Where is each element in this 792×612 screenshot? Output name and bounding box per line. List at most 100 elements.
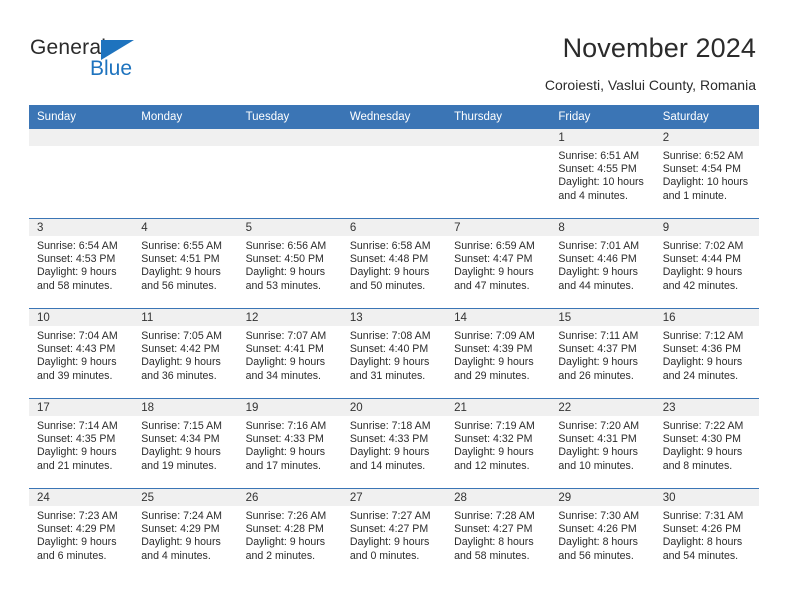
calendar-day-cell[interactable]: 13 Sunrise: 7:08 AM Sunset: 4:40 PM Dayligh… xyxy=(341,309,447,398)
calendar-day-cell[interactable]: 15 Sunrise: 7:11 AM Sunset: 4:37 PM Dayligh… xyxy=(550,309,655,398)
sunrise-text: Sunrise: 7:15 AM xyxy=(141,420,222,432)
day-sun-info: Sunrise: 7:20 AM Sunset: 4:31 PM Daylight:… xyxy=(550,416,654,473)
calendar-week-row: 1 Sunrise: 6:51 AM Sunset: 4:55 PM Daylight… xyxy=(29,129,759,218)
daylight-text: Daylight: 9 hours and 2 minutes. xyxy=(245,536,326,562)
daylight-text: Daylight: 9 hours and 10 minutes. xyxy=(558,446,638,472)
day-number: 20 xyxy=(341,399,447,416)
sunrise-text: Sunrise: 7:18 AM xyxy=(349,420,431,432)
day-sun-info: Sunrise: 6:52 AM Sunset: 4:54 PM Daylight:… xyxy=(655,146,759,203)
day-number xyxy=(446,129,551,146)
sunrise-text: Sunrise: 7:01 AM xyxy=(558,240,640,252)
calendar-day-cell[interactable]: 29 Sunrise: 7:30 AM Sunset: 4:26 PM Dayligh… xyxy=(550,489,655,578)
daylight-text: Daylight: 9 hours and 14 minutes. xyxy=(349,446,430,472)
day-sun-info: Sunrise: 7:14 AM Sunset: 4:35 PM Daylight:… xyxy=(29,416,133,473)
calendar-day-cell[interactable]: 18 Sunrise: 7:15 AM Sunset: 4:34 PM Dayligh… xyxy=(133,399,238,488)
weekday-header-row: Sunday Monday Tuesday Wednesday Thursday… xyxy=(29,105,759,129)
day-number: 29 xyxy=(550,489,655,506)
calendar-day-cell[interactable]: 1 Sunrise: 6:51 AM Sunset: 4:55 PM Daylight… xyxy=(550,129,655,218)
calendar-day-cell[interactable]: 9 Sunrise: 7:02 AM Sunset: 4:44 PM Daylight… xyxy=(654,219,759,308)
daylight-text: Daylight: 9 hours and 44 minutes. xyxy=(558,266,638,292)
calendar-day-cell[interactable]: 8 Sunrise: 7:01 AM Sunset: 4:46 PM Daylight… xyxy=(550,219,655,308)
sunrise-text: Sunrise: 7:26 AM xyxy=(245,510,327,522)
sunrise-text: Sunrise: 7:16 AM xyxy=(245,420,327,432)
sunrise-text: Sunrise: 7:30 AM xyxy=(558,510,640,522)
sunrise-text: Sunrise: 7:02 AM xyxy=(662,240,744,252)
calendar-day-cell[interactable]: 12 Sunrise: 7:07 AM Sunset: 4:41 PM Dayligh… xyxy=(237,309,342,398)
sunset-text: Sunset: 4:40 PM xyxy=(349,343,429,356)
calendar-day-cell[interactable]: 14 Sunrise: 7:09 AM Sunset: 4:39 PM Dayligh… xyxy=(446,309,551,398)
calendar-week-row: 24 Sunrise: 7:23 AM Sunset: 4:29 PM Dayligh… xyxy=(29,488,759,578)
daylight-text: Daylight: 9 hours and 47 minutes. xyxy=(454,266,534,292)
sunset-text: Sunset: 4:55 PM xyxy=(558,163,637,176)
calendar-day-cell[interactable]: 28 Sunrise: 7:28 AM Sunset: 4:27 PM Dayligh… xyxy=(446,489,551,578)
calendar-day-cell[interactable]: 2 Sunrise: 6:52 AM Sunset: 4:54 PM Daylight… xyxy=(654,129,759,218)
day-sun-info: Sunrise: 7:07 AM Sunset: 4:41 PM Daylight:… xyxy=(238,326,342,383)
day-number: 25 xyxy=(133,489,238,506)
calendar-day-cell[interactable]: 11 Sunrise: 7:05 AM Sunset: 4:42 PM Dayligh… xyxy=(133,309,238,398)
day-sun-info: Sunrise: 7:01 AM Sunset: 4:46 PM Daylight:… xyxy=(550,236,654,293)
general-blue-logo[interactable]: General Blue xyxy=(30,36,190,84)
calendar-day-cell[interactable]: 25 Sunrise: 7:24 AM Sunset: 4:29 PM Dayligh… xyxy=(133,489,238,578)
day-number: 18 xyxy=(133,399,238,416)
sunrise-text: Sunrise: 6:56 AM xyxy=(245,240,327,252)
calendar-day-cell[interactable]: 26 Sunrise: 7:26 AM Sunset: 4:28 PM Dayligh… xyxy=(237,489,342,578)
calendar-week-row: 10 Sunrise: 7:04 AM Sunset: 4:43 PM Dayligh… xyxy=(29,308,759,398)
sunset-text: Sunset: 4:43 PM xyxy=(37,343,116,356)
calendar-day-cell[interactable]: 19 Sunrise: 7:16 AM Sunset: 4:33 PM Dayligh… xyxy=(237,399,342,488)
day-number: 16 xyxy=(654,309,759,326)
sunset-text: Sunset: 4:48 PM xyxy=(349,253,429,266)
calendar-day-cell[interactable]: 27 Sunrise: 7:27 AM Sunset: 4:27 PM Dayligh… xyxy=(341,489,447,578)
sunrise-text: Sunrise: 6:54 AM xyxy=(37,240,118,252)
day-sun-info: Sunrise: 7:31 AM Sunset: 4:26 PM Daylight:… xyxy=(655,506,759,563)
calendar-day-cell[interactable]: 17 Sunrise: 7:14 AM Sunset: 4:35 PM Dayligh… xyxy=(29,399,134,488)
day-number: 9 xyxy=(654,219,759,236)
sunset-text: Sunset: 4:34 PM xyxy=(141,433,220,446)
day-sun-info: Sunrise: 6:55 AM Sunset: 4:51 PM Daylight:… xyxy=(133,236,237,293)
sunset-text: Sunset: 4:26 PM xyxy=(662,523,742,536)
day-sun-info: Sunrise: 6:56 AM Sunset: 4:50 PM Daylight:… xyxy=(238,236,342,293)
sunset-text: Sunset: 4:31 PM xyxy=(558,433,637,446)
calendar-day-cell[interactable]: 24 Sunrise: 7:23 AM Sunset: 4:29 PM Dayligh… xyxy=(29,489,134,578)
sunset-text: Sunset: 4:44 PM xyxy=(662,253,742,266)
day-number: 1 xyxy=(550,129,655,146)
calendar-day-cell[interactable]: 21 Sunrise: 7:19 AM Sunset: 4:32 PM Dayligh… xyxy=(446,399,551,488)
calendar-day-cell[interactable]: 22 Sunrise: 7:20 AM Sunset: 4:31 PM Dayligh… xyxy=(550,399,655,488)
daylight-text: Daylight: 9 hours and 42 minutes. xyxy=(662,266,743,292)
sunset-text: Sunset: 4:36 PM xyxy=(662,343,742,356)
calendar-day-cell[interactable]: 23 Sunrise: 7:22 AM Sunset: 4:30 PM Dayligh… xyxy=(654,399,759,488)
day-sun-info: Sunrise: 7:23 AM Sunset: 4:29 PM Daylight:… xyxy=(29,506,133,563)
sunrise-text: Sunrise: 7:20 AM xyxy=(558,420,640,432)
calendar-week-row: 3 Sunrise: 6:54 AM Sunset: 4:53 PM Daylight… xyxy=(29,218,759,308)
calendar-day-cell-empty xyxy=(341,129,447,218)
sunset-text: Sunset: 4:27 PM xyxy=(454,523,533,536)
daylight-text: Daylight: 9 hours and 56 minutes. xyxy=(141,266,221,292)
calendar-day-cell[interactable]: 7 Sunrise: 6:59 AM Sunset: 4:47 PM Daylight… xyxy=(446,219,551,308)
day-number: 10 xyxy=(29,309,134,326)
sunrise-text: Sunrise: 6:55 AM xyxy=(141,240,222,252)
day-number: 26 xyxy=(237,489,342,506)
calendar-day-cell[interactable]: 6 Sunrise: 6:58 AM Sunset: 4:48 PM Daylight… xyxy=(341,219,447,308)
calendar-day-cell[interactable]: 4 Sunrise: 6:55 AM Sunset: 4:51 PM Daylight… xyxy=(133,219,238,308)
calendar-day-cell[interactable]: 16 Sunrise: 7:12 AM Sunset: 4:36 PM Dayligh… xyxy=(654,309,759,398)
calendar-day-cell[interactable]: 10 Sunrise: 7:04 AM Sunset: 4:43 PM Dayligh… xyxy=(29,309,134,398)
day-sun-info: Sunrise: 6:54 AM Sunset: 4:53 PM Daylight:… xyxy=(29,236,133,293)
day-sun-info: Sunrise: 7:26 AM Sunset: 4:28 PM Daylight:… xyxy=(238,506,342,563)
calendar-day-cell[interactable]: 30 Sunrise: 7:31 AM Sunset: 4:26 PM Dayligh… xyxy=(654,489,759,578)
day-sun-info: Sunrise: 6:58 AM Sunset: 4:48 PM Daylight:… xyxy=(342,236,446,293)
day-number: 14 xyxy=(446,309,551,326)
calendar-day-cell[interactable]: 20 Sunrise: 7:18 AM Sunset: 4:33 PM Dayligh… xyxy=(341,399,447,488)
calendar-day-cell[interactable]: 5 Sunrise: 6:56 AM Sunset: 4:50 PM Daylight… xyxy=(237,219,342,308)
sunrise-text: Sunrise: 7:07 AM xyxy=(245,330,327,342)
day-number: 27 xyxy=(341,489,447,506)
day-number: 3 xyxy=(29,219,134,236)
day-number: 24 xyxy=(29,489,134,506)
sunset-text: Sunset: 4:33 PM xyxy=(245,433,324,446)
sunset-text: Sunset: 4:51 PM xyxy=(141,253,220,266)
sunset-text: Sunset: 4:54 PM xyxy=(662,163,742,176)
weekday-header-wednesday: Wednesday xyxy=(349,111,411,123)
sunrise-text: Sunrise: 7:31 AM xyxy=(662,510,744,522)
day-number: 19 xyxy=(237,399,342,416)
sunset-text: Sunset: 4:37 PM xyxy=(558,343,637,356)
day-sun-info: Sunrise: 7:28 AM Sunset: 4:27 PM Daylight:… xyxy=(446,506,550,563)
calendar-day-cell[interactable]: 3 Sunrise: 6:54 AM Sunset: 4:53 PM Daylight… xyxy=(29,219,134,308)
